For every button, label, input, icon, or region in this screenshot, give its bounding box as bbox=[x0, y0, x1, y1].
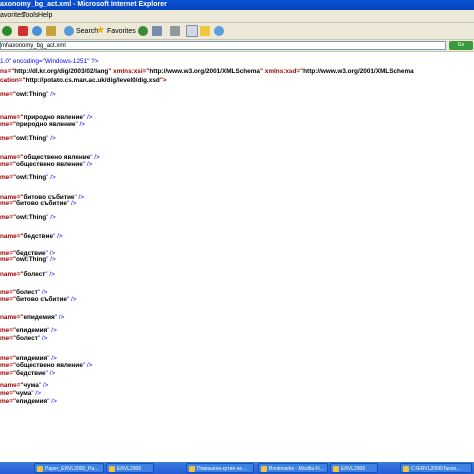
window-title-bar[interactable]: axonomy_bg_act.xml - Microsoft Internet … bbox=[0, 0, 474, 10]
favorites-button[interactable]: ★ Favorites bbox=[96, 25, 136, 37]
forward-arrow-icon bbox=[2, 26, 12, 36]
folder-button[interactable] bbox=[200, 25, 210, 37]
address-input[interactable]: ml\axonomy_bg_act.xml bbox=[0, 41, 446, 50]
xml-schema-location-line: cation="http://potato.cs.man.ac.uk/dig/l… bbox=[0, 77, 167, 84]
xml-document-view: 1.0" encoding="Windows-1251" ?> ns="http… bbox=[0, 52, 474, 462]
toolbar: Search ★ Favorites bbox=[0, 23, 474, 40]
home-icon bbox=[46, 26, 56, 36]
history-button[interactable] bbox=[138, 25, 148, 37]
taskbar-item[interactable]: C:\ERVL2006\Taxon... bbox=[400, 463, 472, 473]
taskbar-item[interactable]: ERVL2006 bbox=[106, 463, 154, 473]
history-icon bbox=[138, 26, 148, 36]
search-icon bbox=[64, 26, 74, 36]
go-button[interactable]: Go bbox=[449, 41, 473, 50]
xml-element-line: name="чума" /> bbox=[0, 382, 49, 389]
xml-namespace-line: ns="http://dl.kr.org/dig/2003/02/lang" x… bbox=[0, 68, 414, 75]
xml-element-line: me="битово събитие" /> bbox=[0, 200, 77, 207]
address-bar: ml\axonomy_bg_act.xml Go bbox=[0, 40, 474, 52]
xml-element-line: me="природно явление" /> bbox=[0, 121, 86, 128]
taskbar-item[interactable]: Paper_ERVL2006_Pa... bbox=[34, 463, 104, 473]
xml-element-line: me="owl:Thing" /> bbox=[0, 174, 56, 181]
search-label: Search bbox=[76, 27, 99, 35]
xml-element-line: me="обществено явление" /> bbox=[0, 161, 93, 168]
favorites-star-icon: ★ bbox=[96, 25, 105, 36]
window-title: axonomy_bg_act.xml - Microsoft Internet … bbox=[0, 1, 167, 8]
xml-element-line: me="епидемия" /> bbox=[0, 327, 57, 334]
taskbar: Paper_ERVL2006_Pa... ERVL2006 Повишена к… bbox=[0, 462, 474, 474]
xml-element-line: me="чума" /> bbox=[0, 390, 41, 397]
mail-icon bbox=[152, 26, 162, 36]
print-icon bbox=[170, 26, 180, 36]
xml-element-line: name="бедствие" /> bbox=[0, 233, 63, 240]
menu-favorites[interactable]: avorites bbox=[0, 10, 25, 22]
home-button[interactable] bbox=[46, 25, 56, 37]
stop-button[interactable] bbox=[18, 25, 28, 37]
menu-tools[interactable]: Tools bbox=[22, 10, 38, 22]
stop-icon bbox=[18, 26, 28, 36]
xml-element-line: me="битово събитие" /> bbox=[0, 296, 77, 303]
xml-element-line: me="епидемия" /> bbox=[0, 398, 57, 405]
search-button[interactable]: Search bbox=[64, 25, 98, 37]
menu-help[interactable]: Help bbox=[38, 10, 52, 22]
xml-element-line: me="owl:Thing" /> bbox=[0, 214, 56, 221]
taskbar-item[interactable]: ERVL2006 bbox=[330, 463, 378, 473]
xml-element-line: name="болест" /> bbox=[0, 271, 55, 278]
xml-element-line: name="епидемия" /> bbox=[0, 314, 65, 321]
xml-element-line: me="owl:Thing" /> bbox=[0, 91, 56, 98]
menu-bar: avorites Tools Help bbox=[0, 10, 474, 23]
xml-element-line: me="owl:Thing" /> bbox=[0, 135, 56, 142]
xml-element-line: me="бедствие" /> bbox=[0, 370, 56, 377]
xml-element-line: me="болест" /> bbox=[0, 335, 48, 342]
taskbar-item[interactable]: Bookmarks - Mozilla Fi... bbox=[258, 463, 328, 473]
print-button[interactable] bbox=[170, 25, 180, 37]
edit-icon bbox=[186, 25, 198, 37]
xml-element-line: me="обществено явление" /> bbox=[0, 362, 93, 369]
edit-button[interactable] bbox=[186, 25, 198, 37]
refresh-button[interactable] bbox=[32, 25, 42, 37]
xml-element-line: me="owl:Thing" /> bbox=[0, 256, 56, 263]
forward-button[interactable] bbox=[2, 25, 12, 37]
favorites-label: Favorites bbox=[106, 27, 136, 35]
messenger-icon bbox=[214, 26, 224, 36]
taskbar-item[interactable]: Повишена кутия на ... bbox=[186, 463, 254, 473]
folder-icon bbox=[200, 26, 210, 36]
messenger-button[interactable] bbox=[214, 25, 224, 37]
xml-declaration: 1.0" encoding="Windows-1251" ?> bbox=[0, 58, 99, 65]
refresh-icon bbox=[32, 26, 42, 36]
mail-button[interactable] bbox=[152, 25, 162, 37]
